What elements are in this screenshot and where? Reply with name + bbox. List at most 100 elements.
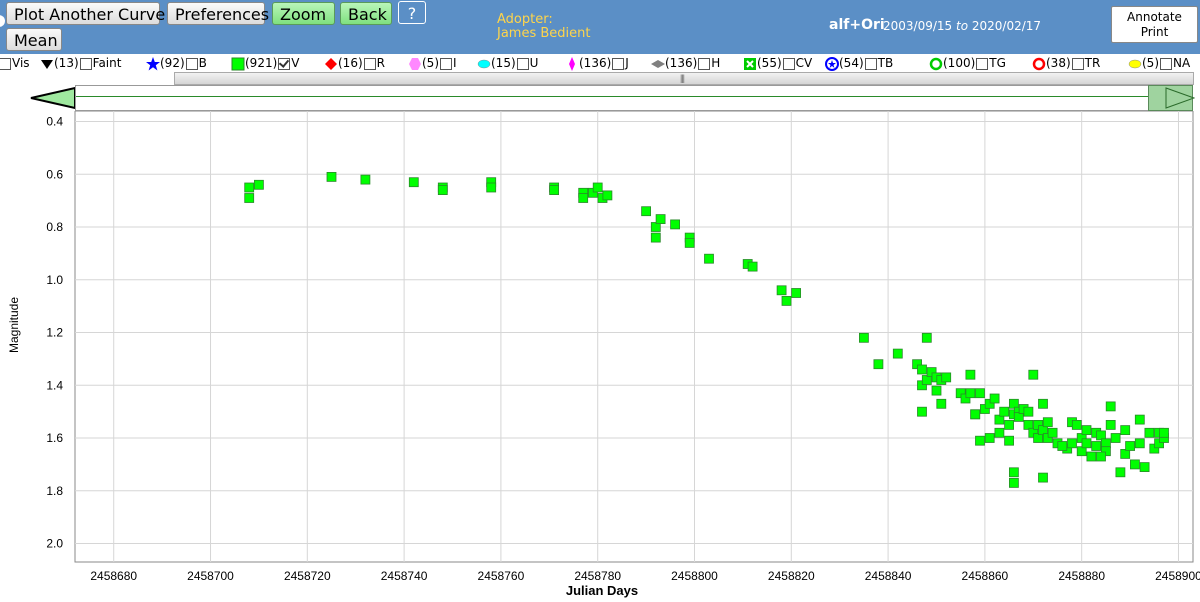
legend-count: (55) <box>757 56 782 70</box>
scroll-grip-icon[interactable]: ||| <box>680 73 685 83</box>
thin-diamond-icon <box>565 56 579 71</box>
zoom-range-strip[interactable] <box>75 85 1193 111</box>
zoom-button[interactable]: Zoom <box>272 2 335 25</box>
x-tick-label: 2458800 <box>671 569 718 583</box>
legend-item-b[interactable]: (92) B <box>146 56 207 70</box>
help-button[interactable]: ? <box>398 1 426 24</box>
x-tick-label: 2458860 <box>962 569 1009 583</box>
checkbox-j[interactable] <box>612 57 625 70</box>
data-point <box>1004 435 1014 446</box>
x-tick-label: 2458900 <box>1155 569 1200 583</box>
data-point <box>1120 425 1131 436</box>
checkbox-tg[interactable] <box>976 57 989 70</box>
checkbox-na[interactable] <box>1160 57 1172 70</box>
data-point <box>1038 472 1048 483</box>
data-point <box>994 427 1005 438</box>
data-point <box>1091 441 1102 451</box>
back-button[interactable]: Back <box>340 2 392 25</box>
y-axis-label: Magnitude <box>7 297 21 353</box>
data-point <box>650 232 661 243</box>
data-point <box>1028 369 1039 380</box>
legend-label: TR <box>1084 56 1101 70</box>
data-point <box>1159 427 1169 438</box>
data-point <box>244 182 255 193</box>
legend-item-na[interactable]: (5) NA <box>1128 56 1190 70</box>
data-point <box>917 364 927 375</box>
date-range: 2003/09/15 to 2020/02/17 <box>883 19 1041 33</box>
band-legend: Vis (13) Faint (92) B (921) V (16) R (5) I (15) U (13… <box>0 54 1200 72</box>
zoom-range-line <box>76 96 1192 97</box>
plot-area <box>74 111 1194 563</box>
legend-item-tg[interactable]: (100) TG <box>929 56 1006 70</box>
horizontal-scrollbar[interactable]: ||| <box>174 72 1194 85</box>
checkbox-cv[interactable] <box>782 57 795 70</box>
plot-another-curve-button[interactable]: Plot Another Curve <box>6 2 165 25</box>
y-tick-label: 1.8 <box>46 484 63 498</box>
light-curve-chart: 2458680 2458700 2458720 2458740 2458760 24587… <box>7 111 1200 598</box>
square-x-icon <box>743 56 757 70</box>
legend-label: U <box>529 56 539 70</box>
data-point <box>1067 438 1077 449</box>
data-point <box>1105 419 1116 430</box>
data-point <box>408 177 419 188</box>
preferences-button[interactable]: Preferences <box>167 2 269 25</box>
triangle-down-icon <box>40 56 54 70</box>
data-point <box>655 214 666 224</box>
data-point <box>592 182 603 193</box>
data-point <box>1081 425 1092 436</box>
checkbox-vis[interactable] <box>0 57 11 70</box>
data-point <box>791 288 801 298</box>
checkbox-faint[interactable] <box>79 57 92 70</box>
data-point <box>965 369 976 380</box>
data-point <box>549 185 559 195</box>
legend-item-vis[interactable]: Vis <box>0 56 30 70</box>
checkbox-b[interactable] <box>185 57 198 70</box>
data-point <box>965 388 976 399</box>
x-tick-label: 2458700 <box>187 569 234 583</box>
zoom-right-arrow-icon[interactable] <box>1165 87 1195 109</box>
annotate-print-button[interactable]: Annotate Print <box>1111 6 1198 43</box>
data-point <box>1071 419 1082 430</box>
legend-item-r[interactable]: (16) R <box>324 56 385 70</box>
data-point <box>1096 451 1106 462</box>
data-point <box>641 206 651 217</box>
data-point <box>1144 427 1155 438</box>
checkbox-v[interactable] <box>278 57 291 70</box>
legend-item-v[interactable]: (921) V <box>231 56 300 70</box>
legend-item-h[interactable]: (136) H <box>651 56 720 70</box>
star-name: alf+Ori <box>829 17 885 33</box>
date-from: 2003/09/15 <box>883 19 953 33</box>
legend-label: V <box>291 56 300 70</box>
checkbox-tb[interactable] <box>864 57 877 70</box>
data-point <box>989 393 1000 404</box>
checkbox-r[interactable] <box>363 57 376 70</box>
legend-label: R <box>376 56 385 70</box>
legend-count: (92) <box>160 56 185 70</box>
checkbox-u[interactable] <box>516 57 529 70</box>
checkbox-h[interactable] <box>698 57 711 70</box>
y-tick-label: 0.8 <box>46 220 63 234</box>
data-point <box>437 185 448 195</box>
legend-item-faint[interactable]: (13) Faint <box>40 56 121 70</box>
zoom-left-arrow-icon[interactable] <box>30 87 76 109</box>
checkbox-tr[interactable] <box>1071 57 1084 70</box>
checkbox-i[interactable] <box>440 57 452 70</box>
y-tick-label: 2.0 <box>46 537 63 551</box>
circle-ring-icon <box>929 56 943 70</box>
data-point <box>1023 406 1034 417</box>
data-point <box>970 409 981 420</box>
legend-item-tr[interactable]: (38) TR <box>1032 56 1100 70</box>
legend-label: NA <box>1173 56 1191 70</box>
x-tick-label: 2458840 <box>865 569 912 583</box>
data-point <box>984 433 995 443</box>
x-axis-label: Julian Days <box>566 583 638 598</box>
data-point <box>1047 427 1058 438</box>
legend-item-u[interactable]: (15) U <box>477 56 538 70</box>
data-point <box>1134 438 1145 449</box>
legend-item-tb[interactable]: (54) TB <box>825 56 893 71</box>
mean-button[interactable]: Mean <box>6 28 62 51</box>
legend-item-cv[interactable]: (55) CV <box>743 56 812 70</box>
legend-item-i[interactable]: (5) I <box>408 56 457 70</box>
data-point <box>360 174 371 185</box>
legend-item-j[interactable]: (136) J <box>565 56 629 71</box>
